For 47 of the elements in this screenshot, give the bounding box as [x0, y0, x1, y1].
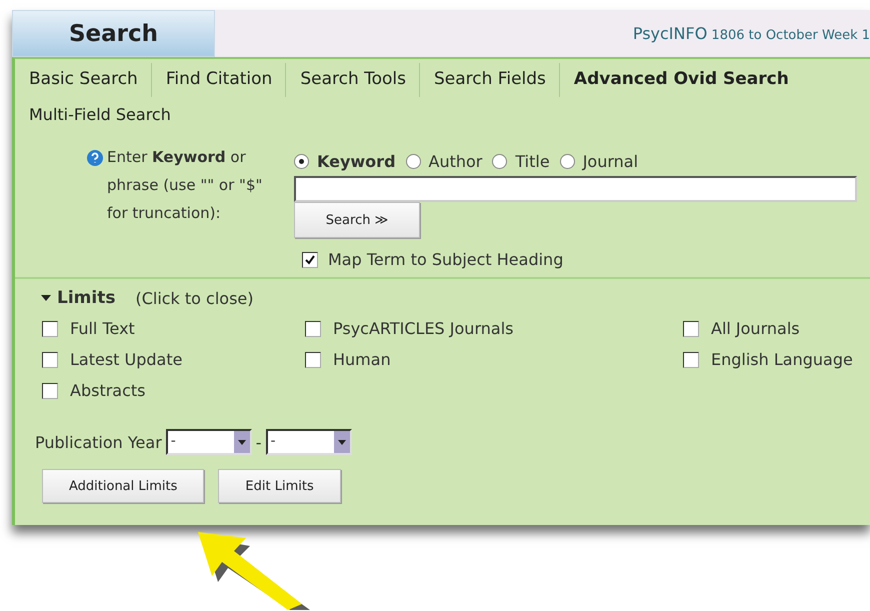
radio-button[interactable]	[492, 154, 508, 168]
checkbox[interactable]	[302, 252, 318, 268]
checkbox-label: Map Term to Subject Heading	[328, 250, 564, 269]
checkbox[interactable]	[42, 352, 58, 368]
year-from-select[interactable]: -	[166, 429, 252, 455]
limits-button[interactable]: Additional Limits	[42, 469, 204, 503]
range-separator: -	[256, 432, 262, 452]
caret-icon[interactable]	[238, 440, 246, 444]
search-tab[interactable]: Search Tools	[286, 63, 420, 97]
checkbox-label: Latest Update	[70, 350, 182, 369]
radio-button[interactable]	[406, 154, 421, 168]
checkbox-label: All Journals	[711, 319, 800, 338]
radio-label: Title	[515, 152, 550, 170]
help-icon[interactable]	[87, 150, 103, 166]
checkbox[interactable]	[42, 382, 58, 398]
subtab-link[interactable]: Multi-Field Search	[15, 97, 870, 124]
limits-title[interactable]: Limits	[57, 288, 116, 308]
search-tab[interactable]: Find Citation	[152, 63, 286, 97]
limits-button[interactable]: Edit Limits	[218, 469, 341, 503]
checkbox[interactable]	[305, 320, 321, 336]
checkbox-label: Abstracts	[70, 381, 146, 400]
limits-hint: (Click to close)	[135, 288, 254, 308]
checkbox[interactable]	[42, 320, 58, 336]
publication-year-label: Publication Year	[35, 432, 162, 452]
search-title: Search	[12, 10, 215, 57]
search-tab[interactable]: Search Fields	[420, 63, 560, 97]
search-button[interactable]: Search ≫	[294, 202, 420, 238]
checkbox-label: Full Text	[70, 319, 135, 338]
year-to-select[interactable]: -	[266, 429, 352, 455]
radio-button[interactable]	[294, 154, 309, 168]
checkbox-label: Human	[333, 350, 391, 369]
caret-icon[interactable]	[41, 293, 51, 303]
database-coverage: PsycINFO 1806 to October Week 1	[632, 24, 870, 43]
checkbox[interactable]	[683, 352, 699, 368]
checkbox[interactable]	[305, 352, 321, 368]
checkbox[interactable]	[683, 320, 699, 336]
radio-label: Journal	[582, 152, 638, 170]
radio-label: Author	[428, 152, 482, 170]
checkbox-label: English Language	[711, 350, 853, 369]
search-tab[interactable]: Advanced Ovid Search	[560, 63, 802, 97]
search-input[interactable]	[294, 176, 857, 202]
search-instructions: Enter Keyword or phrase (use "" or "$" for truncation):	[107, 147, 264, 224]
radio-label: Keyword	[317, 152, 396, 170]
checkbox-label: PsycARTICLES Journals	[333, 319, 514, 338]
radio-button[interactable]	[560, 154, 575, 168]
search-tab[interactable]: Basic Search	[15, 63, 152, 97]
caret-icon[interactable]	[338, 440, 346, 444]
